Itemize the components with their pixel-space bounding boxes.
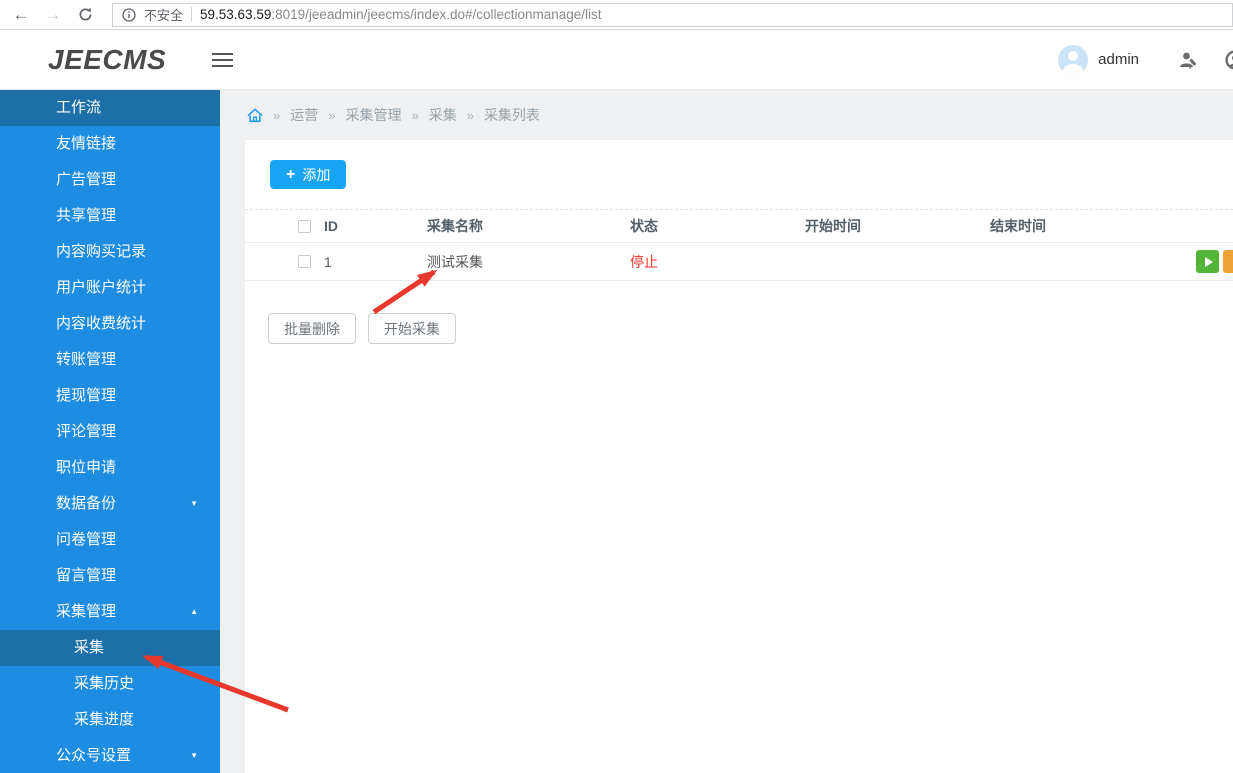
row-checkbox[interactable] xyxy=(298,255,311,268)
sidebar-item-label: 内容收费统计 xyxy=(56,315,147,332)
reload-icon[interactable] xyxy=(76,6,94,24)
breadcrumb-separator: » xyxy=(466,107,474,123)
chevron-up-icon: ▲ xyxy=(190,607,198,616)
header-cell: 状态 xyxy=(630,218,658,234)
sidebar-item[interactable]: 友情链接 xyxy=(0,126,220,162)
sidebar-item[interactable]: 内容购买记录 xyxy=(0,234,220,270)
sidebar-item[interactable]: 采集 xyxy=(0,630,220,666)
sidebar-item-label: 工作流 xyxy=(56,99,102,116)
header-cell: 开始时间 xyxy=(805,218,861,234)
sidebar-item[interactable]: 内容收费统计 xyxy=(0,306,220,342)
sidebar-item-label: 采集管理 xyxy=(56,603,117,620)
sidebar-item-label: 提现管理 xyxy=(56,387,117,404)
sidebar-item-label: 采集 xyxy=(74,639,105,656)
sidebar-item-label: 广告管理 xyxy=(56,171,117,188)
content-card: + 添加 ID 采集名称 状态 开始时间 结束时间 1 测试采集 停止 批量删除 开始采集 xyxy=(245,140,1233,773)
jeecms-logo: JEECMS xyxy=(48,43,167,75)
main-area: » 运营 » 采集管理 » 采集 » 采集列表 + 添加 ID 采集名称 状态 开始时… xyxy=(220,90,1233,773)
add-button[interactable]: + 添加 xyxy=(270,160,347,189)
sidebar-item[interactable]: 问卷管理 xyxy=(0,522,220,558)
info-icon[interactable] xyxy=(122,7,136,22)
home-icon[interactable] xyxy=(247,108,263,123)
username-label[interactable]: admin xyxy=(1098,51,1139,68)
forward-icon[interactable]: → xyxy=(44,5,62,24)
header-cell: 结束时间 xyxy=(990,218,1046,234)
breadcrumb-item-collection-list[interactable]: 采集列表 xyxy=(484,105,540,125)
sidebar-item[interactable]: 采集进度 xyxy=(0,702,220,738)
sidebar-item-label: 留言管理 xyxy=(56,567,117,584)
sidebar-item-label: 公众号设置 xyxy=(56,747,132,764)
sidebar-item[interactable]: 提现管理 xyxy=(0,378,220,414)
user-avatar[interactable] xyxy=(1058,44,1089,75)
plus-icon: + xyxy=(286,165,296,183)
collection-table: ID 采集名称 状态 开始时间 结束时间 1 测试采集 停止 xyxy=(245,209,1233,281)
sidebar-item[interactable]: 数据备份 ▼ xyxy=(0,486,220,522)
sidebar-item[interactable]: 职位申请 xyxy=(0,450,220,486)
pause-button[interactable] xyxy=(1223,250,1233,273)
chevron-down-icon: ▼ xyxy=(190,751,198,760)
header-cell: 采集名称 xyxy=(427,218,483,234)
sidebar-item-label: 采集历史 xyxy=(74,675,135,692)
app-header: JEECMS admin xyxy=(0,30,1233,90)
address-separator xyxy=(191,7,193,22)
page-url: 59.53.63.59:8019/jeeadmin/jeecms/index.d… xyxy=(200,7,602,22)
sidebar-item-label: 友情链接 xyxy=(56,135,117,152)
sidebar-item[interactable]: 用户账户统计 xyxy=(0,270,220,306)
add-button-label: 添加 xyxy=(302,166,331,183)
start-collection-button[interactable]: 开始采集 xyxy=(368,313,456,344)
sidebar-item[interactable]: 工作流 xyxy=(0,90,220,126)
address-bar[interactable]: 不安全 59.53.63.59:8019/jeeadmin/jeecms/ind… xyxy=(112,2,1233,27)
header-cell: ID xyxy=(324,218,338,234)
back-icon[interactable]: ← xyxy=(12,5,30,24)
breadcrumb-separator: » xyxy=(328,107,336,123)
cell-name: 测试采集 xyxy=(427,253,483,270)
sidebar-menu: 工作流友情链接广告管理共享管理内容购买记录 用户账户统计 内容收费统计 转账管理提现管… xyxy=(0,90,220,773)
sidebar-item[interactable]: 留言管理 xyxy=(0,558,220,594)
sidebar-item[interactable]: 采集管理 ▲ xyxy=(0,594,220,630)
sidebar-item-label: 问卷管理 xyxy=(56,531,117,548)
table-header-row: ID 采集名称 状态 开始时间 结束时间 xyxy=(245,209,1233,243)
sidebar-item-label: 内容购买记录 xyxy=(56,243,147,260)
batch-delete-button[interactable]: 批量删除 xyxy=(268,313,356,344)
sidebar-item-label: 用户账户统计 xyxy=(56,279,147,296)
breadcrumb-item-collection[interactable]: 采集 xyxy=(429,105,457,125)
breadcrumb-separator: » xyxy=(411,107,419,123)
breadcrumb-item-yunying[interactable]: 运营 xyxy=(290,105,318,125)
sidebar-item[interactable]: 公众号设置 ▼ xyxy=(0,738,220,773)
breadcrumb-item-collection-manage[interactable]: 采集管理 xyxy=(345,105,401,125)
sidebar-item-label: 职位申请 xyxy=(56,459,117,476)
sidebar-item[interactable]: 转账管理 xyxy=(0,342,220,378)
sidebar-item[interactable]: 广告管理 xyxy=(0,162,220,198)
security-label: 不安全 xyxy=(144,8,184,23)
breadcrumb: » 运营 » 采集管理 » 采集 » 采集列表 xyxy=(220,90,1233,140)
cell-id: 1 xyxy=(324,253,332,270)
menu-toggle-icon[interactable] xyxy=(212,52,234,67)
sidebar-item-label: 数据备份 xyxy=(56,495,117,512)
cell-status: 停止 xyxy=(630,253,658,270)
breadcrumb-separator: » xyxy=(273,107,281,123)
sidebar-item[interactable]: 采集历史 xyxy=(0,666,220,702)
sidebar-item-label: 评论管理 xyxy=(56,423,117,440)
table-row: 1 测试采集 停止 xyxy=(245,243,1233,281)
sidebar-item-label: 采集进度 xyxy=(74,711,135,728)
chevron-down-icon: ▼ xyxy=(190,499,198,508)
select-all-checkbox[interactable] xyxy=(298,219,311,233)
profile-edit-icon[interactable] xyxy=(1179,51,1198,69)
play-button[interactable] xyxy=(1196,250,1219,273)
sidebar-item[interactable]: 共享管理 xyxy=(0,198,220,234)
browser-chrome: ← → 不安全 59.53.63.59:8019/jeeadmin/jeecms… xyxy=(0,0,1233,30)
sidebar-item[interactable]: 评论管理 xyxy=(0,414,220,450)
sidebar-item-label: 共享管理 xyxy=(56,207,117,224)
settings-user-icon[interactable] xyxy=(1224,50,1233,70)
play-icon xyxy=(1204,256,1213,267)
sidebar-item-label: 转账管理 xyxy=(56,351,117,368)
